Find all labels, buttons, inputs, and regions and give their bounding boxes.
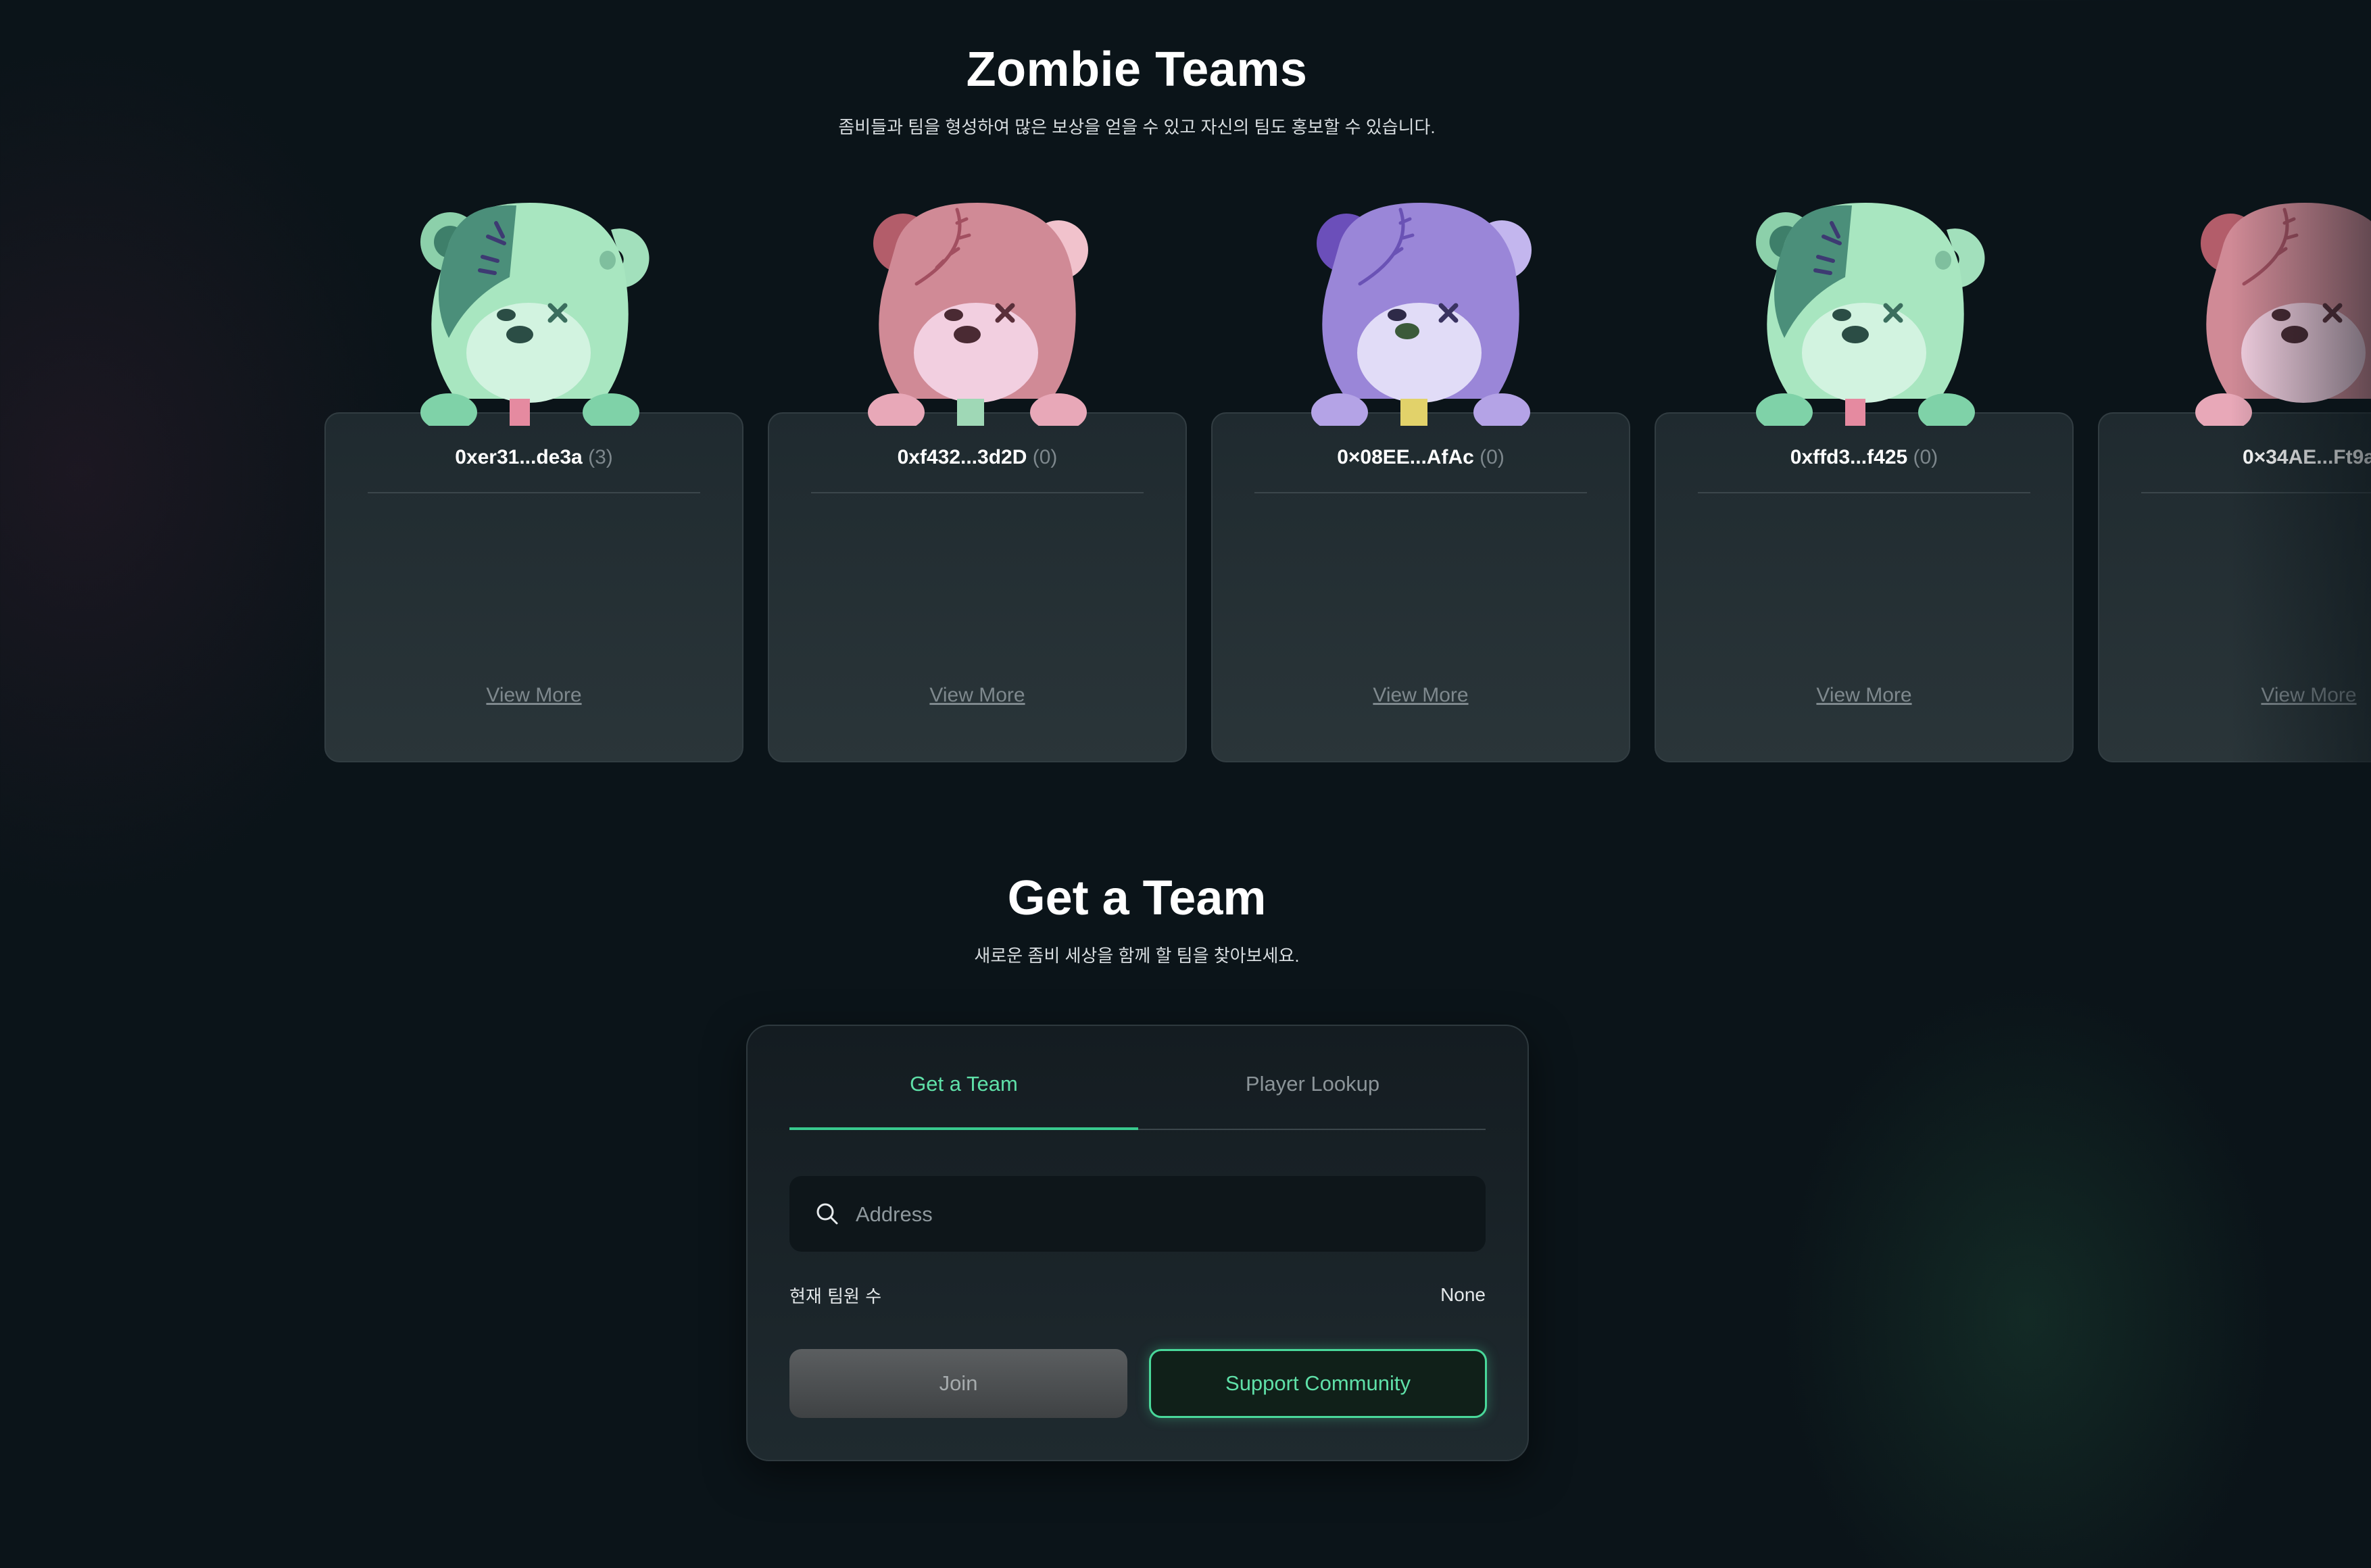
team-address: 0xf432...3d2D — [897, 446, 1027, 468]
green-zombie-bear-icon — [1756, 203, 1985, 426]
team-address: 0×08EE...AfAc — [1337, 446, 1474, 468]
team-card: 0xf432...3d2D (0) View More — [768, 412, 1187, 762]
purple-zombie-bear-icon — [1311, 203, 1532, 426]
card-divider — [1254, 492, 1587, 493]
card-divider — [811, 492, 1144, 493]
address-input[interactable] — [854, 1176, 1465, 1253]
support-community-button[interactable]: Support Community — [1149, 1349, 1487, 1418]
green-zombie-bear-icon — [420, 203, 650, 426]
tab-player-lookup[interactable]: Player Lookup — [1138, 1072, 1487, 1096]
team-card: 0xffd3...f425 (0) View More — [1655, 412, 2074, 762]
team-card: 0xer31...de3a (3) View More — [324, 412, 743, 762]
team-card: 0×34AE...Ft9a View More — [2098, 412, 2371, 762]
active-tab-indicator — [789, 1127, 1138, 1130]
team-address: 0xffd3...f425 — [1790, 446, 1908, 468]
view-more-link[interactable]: View More — [1656, 684, 2072, 707]
team-card: 0×08EE...AfAc (0) View More — [1211, 412, 1630, 762]
card-divider — [1698, 492, 2030, 493]
team-address: 0xer31...de3a — [455, 446, 583, 468]
address-search[interactable] — [789, 1176, 1486, 1253]
section-title: Get a Team — [1007, 871, 1267, 925]
team-member-count: (0) — [1032, 446, 1058, 468]
join-button[interactable]: Join — [789, 1349, 1127, 1418]
member-count-label: 현재 팀원 수 — [789, 1287, 882, 1307]
page-subtitle: 좀비들과 팀을 형성하여 많은 보상을 얻을 수 있고 자신의 팀도 홍보할 수… — [838, 117, 1436, 137]
view-more-link[interactable]: View More — [2099, 684, 2371, 707]
section-subtitle: 새로운 좀비 세상을 함께 할 팀을 찾아보세요. — [974, 946, 1300, 966]
view-more-link[interactable]: View More — [1213, 684, 1629, 707]
team-member-count: (0) — [1480, 446, 1505, 468]
card-divider — [2141, 492, 2371, 493]
search-icon — [816, 1203, 838, 1225]
card-divider — [368, 492, 700, 493]
pink-zombie-bear-icon — [868, 203, 1088, 426]
get-team-panel: Get a Team Player Lookup 현재 팀원 수 None Jo… — [746, 1025, 1529, 1461]
page-title: Zombie Teams — [966, 43, 1308, 97]
team-member-count: (0) — [1913, 446, 1938, 468]
view-more-link[interactable]: View More — [326, 684, 742, 707]
team-address: 0×34AE...Ft9a — [2243, 446, 2371, 468]
tab-get-a-team[interactable]: Get a Team — [789, 1072, 1138, 1096]
view-more-link[interactable]: View More — [769, 684, 1186, 707]
member-count-value: None — [1440, 1284, 1486, 1305]
pink-zombie-bear-icon — [2195, 203, 2371, 426]
team-member-count: (3) — [588, 446, 613, 468]
